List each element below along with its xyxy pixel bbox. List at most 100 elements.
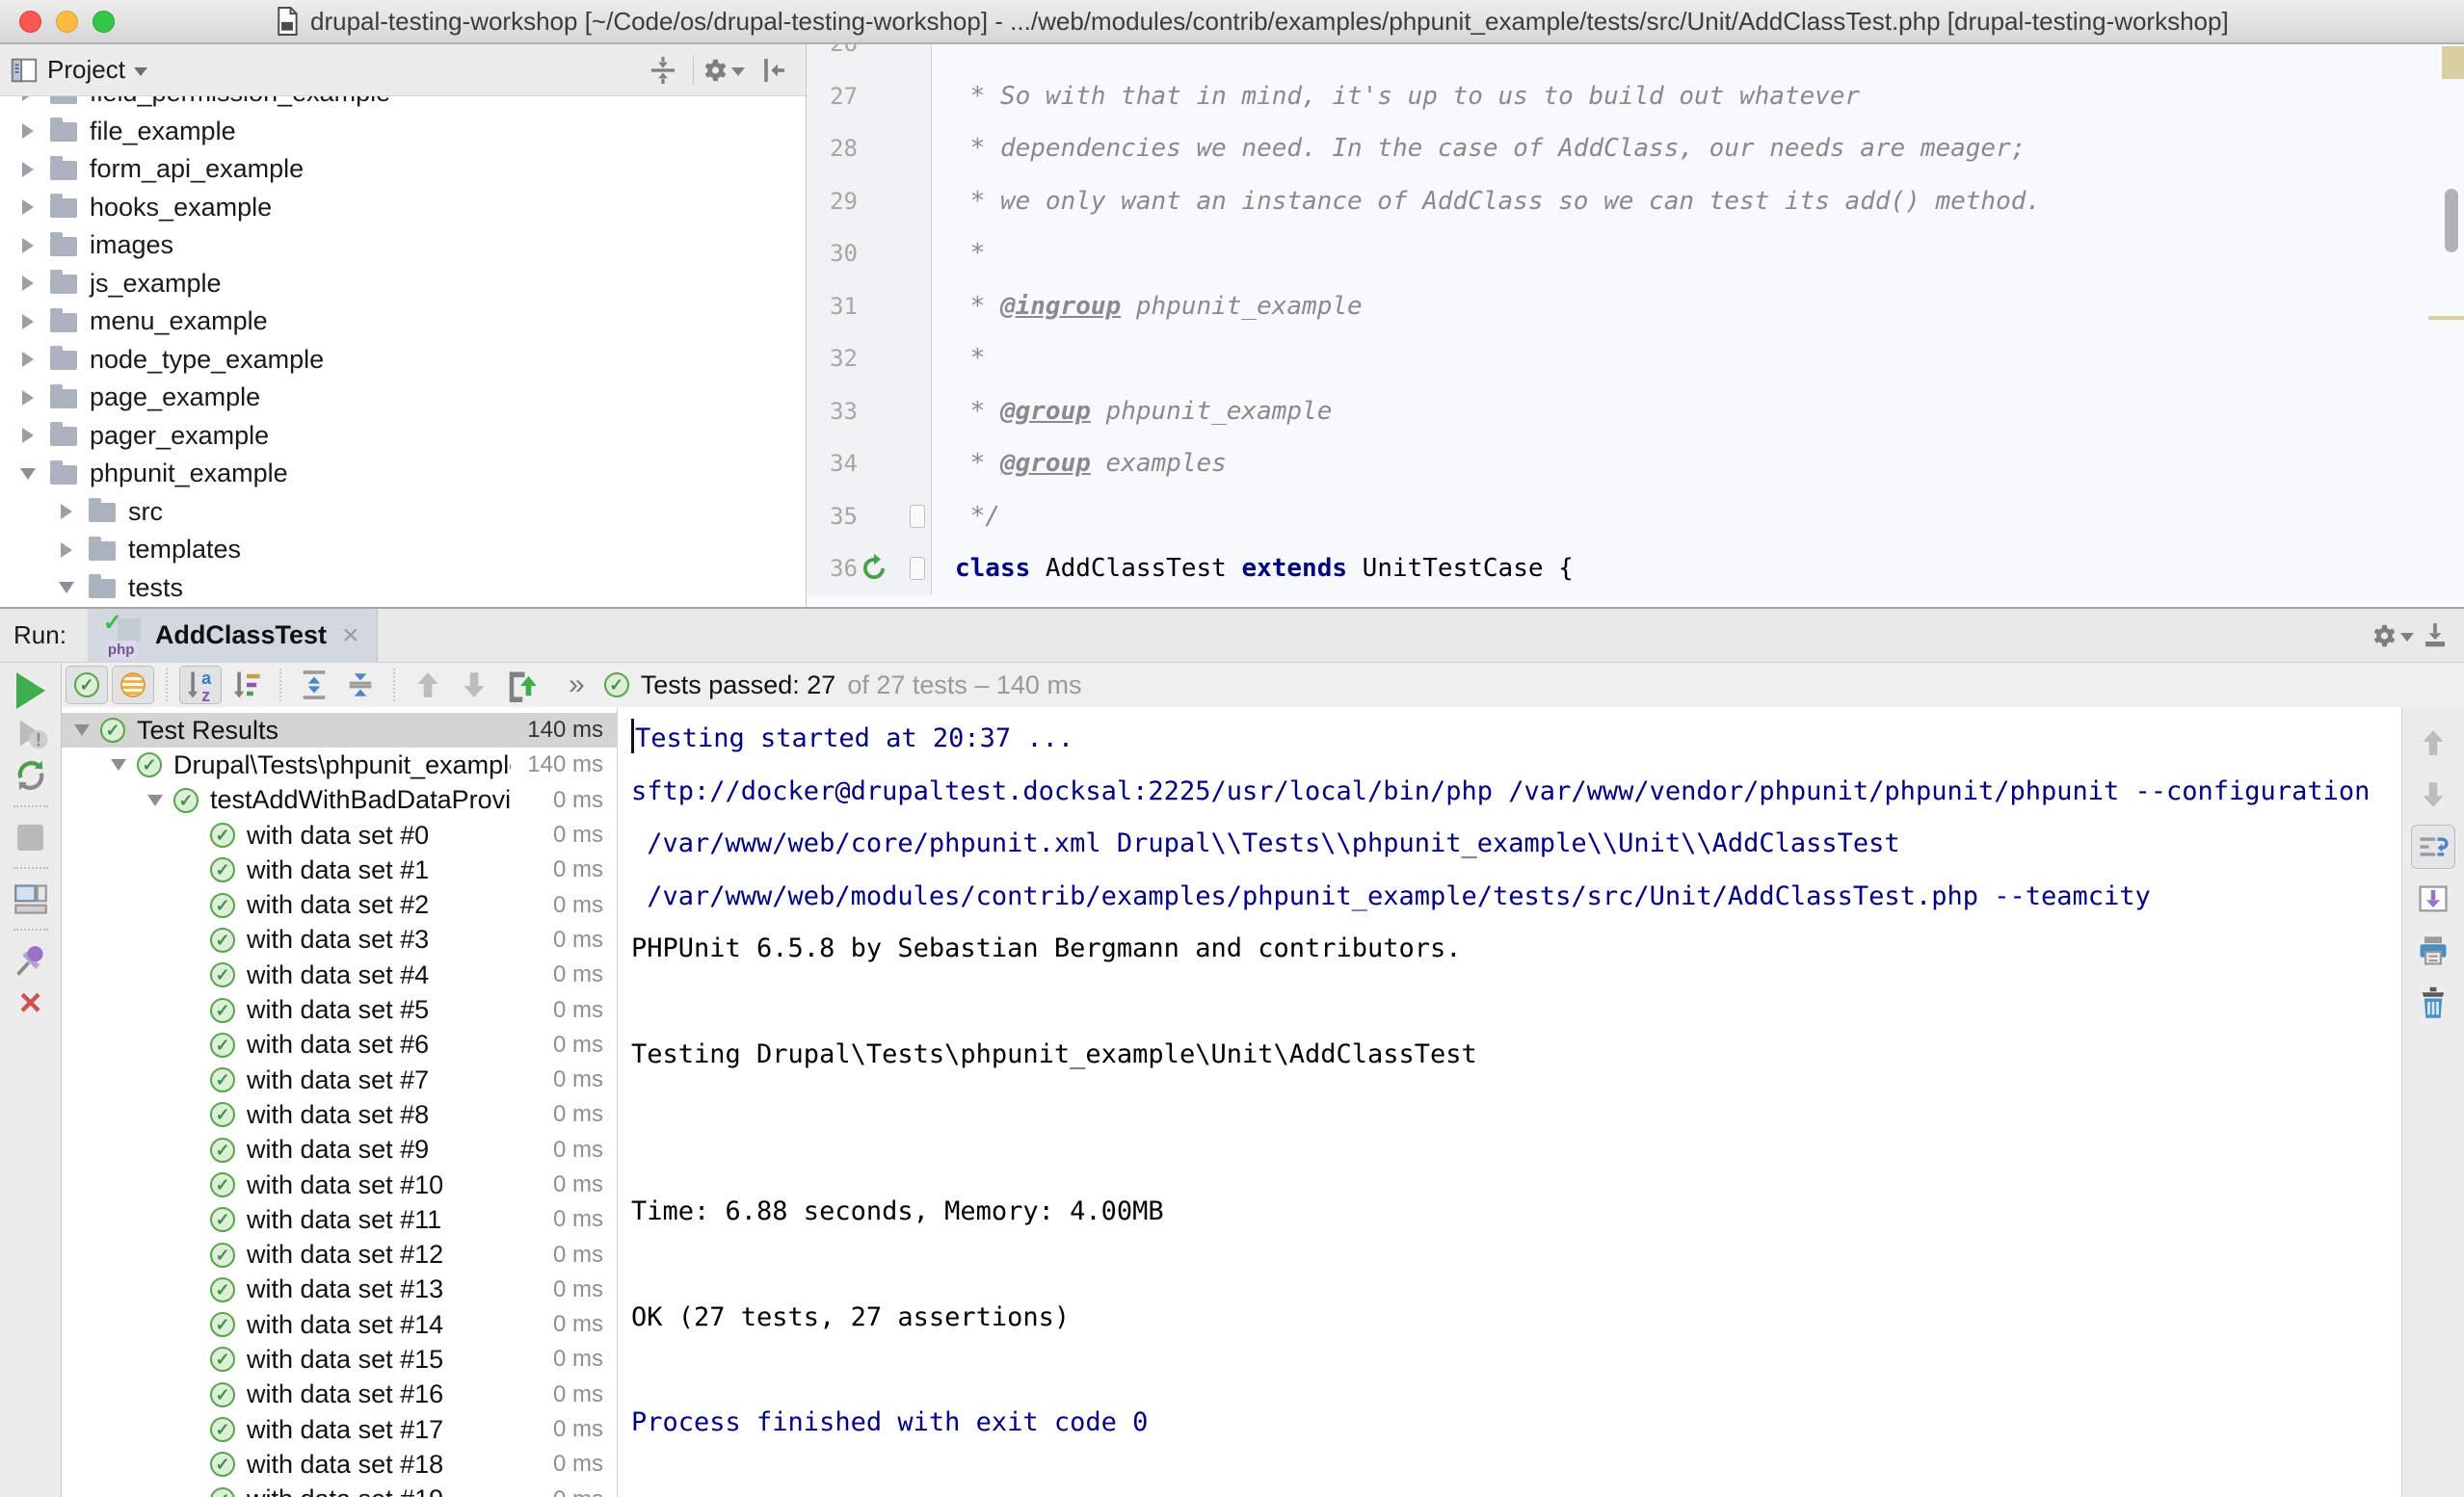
next-failed-button[interactable] xyxy=(453,666,495,704)
tree-item-pager-example[interactable]: pager_example xyxy=(0,417,806,456)
scroll-to-end-button[interactable] xyxy=(2411,877,2455,921)
sort-alphabetically-button[interactable]: az xyxy=(179,666,222,704)
chevron-collapsed-icon[interactable] xyxy=(22,123,34,139)
test-row-with-data-set-19[interactable]: with data set #190 ms xyxy=(62,1483,617,1497)
pin-tab-button[interactable] xyxy=(10,939,52,982)
test-row-with-data-set-13[interactable]: with data set #130 ms xyxy=(62,1273,617,1307)
chevron-collapsed-icon[interactable] xyxy=(22,238,34,253)
test-row-with-data-set-7[interactable]: with data set #70 ms xyxy=(62,1063,617,1097)
tree-item-hooks-example[interactable]: hooks_example xyxy=(0,189,806,227)
chevron-collapsed-icon[interactable] xyxy=(22,428,34,443)
test-row-with-data-set-16[interactable]: with data set #160 ms xyxy=(62,1378,617,1412)
chevron-expanded-icon[interactable] xyxy=(59,582,74,593)
project-settings-button[interactable] xyxy=(702,51,745,90)
rerun-failed-tests-button[interactable]: ! xyxy=(10,712,52,754)
toggle-auto-test-button[interactable] xyxy=(10,754,52,797)
collapse-vertically-button[interactable] xyxy=(642,51,684,90)
code-line-30[interactable]: 30 * xyxy=(807,227,2464,280)
run-settings-button[interactable] xyxy=(2371,617,2414,655)
chevron-down-icon[interactable] xyxy=(134,67,147,76)
clear-console-button[interactable] xyxy=(2411,981,2455,1025)
code-line-32[interactable]: 32 * xyxy=(807,332,2464,385)
tree-item-file-example[interactable]: file_example xyxy=(0,113,806,151)
tree-item-templates[interactable]: templates xyxy=(0,531,806,569)
hide-project-panel-button[interactable] xyxy=(754,51,796,90)
chevron-collapsed-icon[interactable] xyxy=(22,276,34,291)
rerun-button[interactable] xyxy=(10,670,52,712)
chevron-collapsed-icon[interactable] xyxy=(61,542,72,558)
test-row-with-data-set-9[interactable]: with data set #90 ms xyxy=(62,1133,617,1168)
expand-all-button[interactable] xyxy=(293,666,335,704)
zoom-window-button[interactable] xyxy=(93,11,115,33)
more-toolbar-icon[interactable]: » xyxy=(569,669,585,701)
run-tab-addclasstest[interactable]: ✓ php AddClassTest × xyxy=(88,609,378,663)
minimize-window-button[interactable] xyxy=(56,11,78,33)
tree-item-page-example[interactable]: page_example xyxy=(0,379,806,417)
chevron-expanded-icon[interactable] xyxy=(20,468,36,480)
test-row-with-data-set-14[interactable]: with data set #140 ms xyxy=(62,1307,617,1342)
chevron-collapsed-icon[interactable] xyxy=(22,390,34,406)
test-row-with-data-set-1[interactable]: with data set #10 ms xyxy=(62,853,617,887)
chevron-collapsed-icon[interactable] xyxy=(22,199,34,215)
close-run-panel-button[interactable]: × xyxy=(10,982,52,1024)
chevron-collapsed-icon[interactable] xyxy=(61,504,72,519)
code-line-31[interactable]: 31 * @ingroup phpunit_example xyxy=(807,280,2464,333)
chevron-expanded-icon[interactable] xyxy=(147,795,163,806)
test-row-with-data-set-17[interactable]: with data set #170 ms xyxy=(62,1412,617,1447)
test-row-with-data-set-10[interactable]: with data set #100 ms xyxy=(62,1168,617,1202)
tree-item-images[interactable]: images xyxy=(0,226,806,265)
tree-item-phpunit-example[interactable]: phpunit_example xyxy=(0,455,806,493)
console-down-button[interactable] xyxy=(2411,773,2455,817)
code-editor[interactable]: 2627 * So with that in mind, it's up to … xyxy=(807,44,2464,607)
test-row-with-data-set-12[interactable]: with data set #120 ms xyxy=(62,1237,617,1272)
soft-wrap-button[interactable] xyxy=(2411,825,2455,869)
code-line-36[interactable]: 36class AddClassTest extends UnitTestCas… xyxy=(807,542,2464,595)
test-row-with-data-set-11[interactable]: with data set #110 ms xyxy=(62,1202,617,1237)
console-up-button[interactable] xyxy=(2411,721,2455,765)
show-passed-button[interactable] xyxy=(66,666,108,704)
test-row-with-data-set-15[interactable]: with data set #150 ms xyxy=(62,1342,617,1377)
test-row-with-data-set-0[interactable]: with data set #00 ms xyxy=(62,818,617,853)
fold-marker-icon[interactable] xyxy=(910,505,925,528)
code-line-35[interactable]: 35 */ xyxy=(807,490,2464,543)
chevron-collapsed-icon[interactable] xyxy=(22,352,34,367)
restore-layout-button[interactable] xyxy=(10,878,52,920)
stop-button[interactable] xyxy=(10,816,52,858)
previous-failed-button[interactable] xyxy=(407,666,449,704)
hide-run-panel-button[interactable] xyxy=(2414,617,2456,655)
test-console[interactable]: Testing started at 20:37 ...sftp://docke… xyxy=(617,707,2401,1497)
print-button[interactable] xyxy=(2411,929,2455,973)
chevron-expanded-icon[interactable] xyxy=(74,724,90,736)
code-line-27[interactable]: 27 * So with that in mind, it's up to us… xyxy=(807,70,2464,123)
tree-item-menu-example[interactable]: menu_example xyxy=(0,302,806,341)
show-ignored-button[interactable] xyxy=(112,666,154,704)
code-line-28[interactable]: 28 * dependencies we need. In the case o… xyxy=(807,122,2464,175)
inspections-indicator[interactable] xyxy=(2442,46,2464,79)
test-row-with-data-set-3[interactable]: with data set #30 ms xyxy=(62,923,617,958)
test-row-testaddwithbaddataprovider[interactable]: testAddWithBadDataProvider0 ms xyxy=(62,783,617,818)
sort-by-duration-button[interactable] xyxy=(225,666,268,704)
run-test-gutter-icon[interactable] xyxy=(858,552,890,585)
project-view-title[interactable]: Project xyxy=(47,55,125,85)
chevron-expanded-icon[interactable] xyxy=(111,759,126,771)
editor-scrollbar-thumb[interactable] xyxy=(2445,189,2458,252)
chevron-collapsed-icon[interactable] xyxy=(22,96,34,101)
code-line-33[interactable]: 33 * @group phpunit_example xyxy=(807,385,2464,438)
code-line-29[interactable]: 29 * we only want an instance of AddClas… xyxy=(807,175,2464,228)
test-row-test-results[interactable]: Test Results140 ms xyxy=(62,713,617,748)
close-window-button[interactable] xyxy=(19,11,41,33)
test-row-drupal-tests-phpunit-example[interactable]: Drupal\Tests\phpunit_example140 ms xyxy=(62,748,617,782)
chevron-collapsed-icon[interactable] xyxy=(22,162,34,177)
fold-marker-icon[interactable] xyxy=(910,557,925,580)
chevron-collapsed-icon[interactable] xyxy=(22,314,34,329)
test-row-with-data-set-2[interactable]: with data set #20 ms xyxy=(62,887,617,922)
tree-item-field-permission-example[interactable]: field_permission_example xyxy=(0,96,806,113)
tree-item-tests[interactable]: tests xyxy=(0,569,806,608)
warning-stripe-mark[interactable] xyxy=(2428,316,2464,320)
code-line-34[interactable]: 34 * @group examples xyxy=(807,437,2464,490)
close-tab-icon[interactable]: × xyxy=(342,619,359,652)
tree-item-node-type-example[interactable]: node_type_example xyxy=(0,341,806,380)
tree-item-form-api-example[interactable]: form_api_example xyxy=(0,150,806,189)
test-row-with-data-set-8[interactable]: with data set #80 ms xyxy=(62,1097,617,1132)
code-line-26[interactable]: 26 xyxy=(807,44,2464,70)
